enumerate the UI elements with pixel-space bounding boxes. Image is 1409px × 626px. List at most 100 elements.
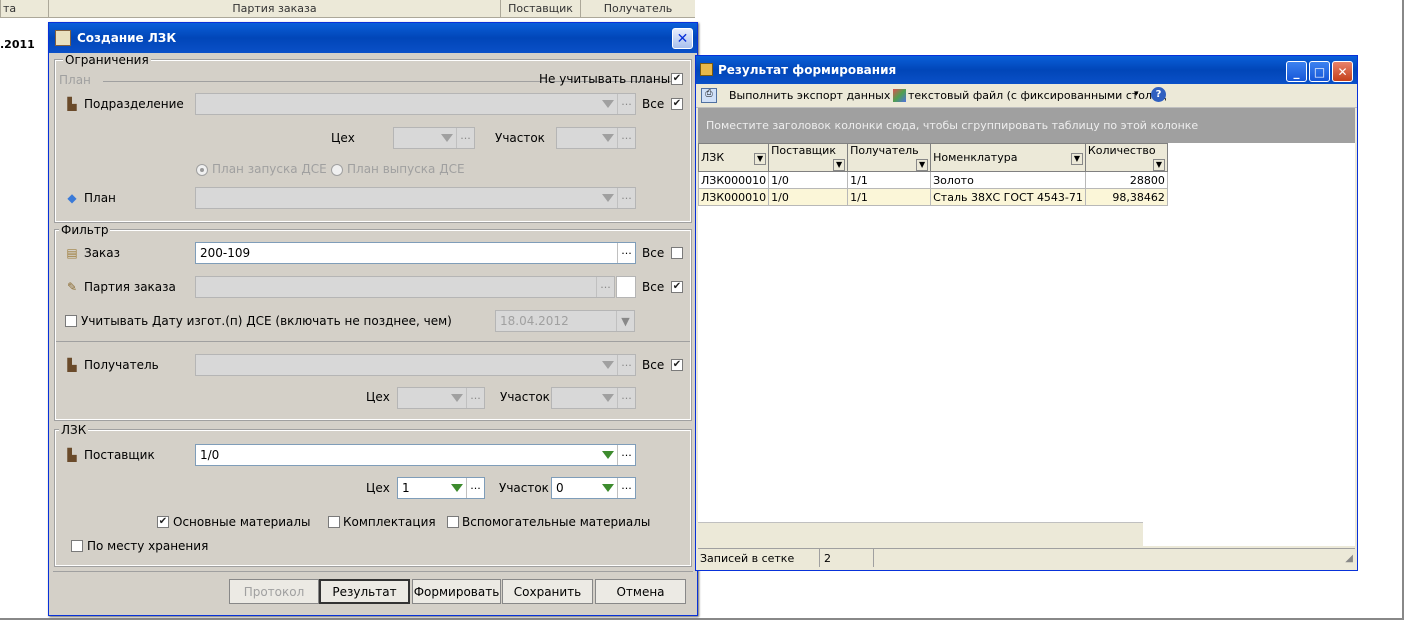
subdivision-field[interactable]: ··· [195, 93, 636, 115]
cell[interactable]: 1/1 [847, 188, 932, 206]
funnel-icon[interactable] [599, 94, 617, 114]
col-header[interactable]: Получатель ▼ [847, 143, 932, 172]
save-button[interactable]: Сохранить [502, 579, 593, 604]
cell[interactable]: ЛЗК000010 [697, 171, 770, 189]
grid-footer [698, 522, 1143, 546]
storage-checkbox[interactable] [71, 540, 83, 552]
workshop-field[interactable]: ··· [393, 127, 475, 149]
form-button[interactable]: Формировать [412, 579, 501, 604]
receiver-section-field[interactable]: ··· [551, 387, 636, 409]
col-header[interactable]: Количество ▼ [1084, 143, 1168, 172]
batch-all-checkbox[interactable]: ✔ [671, 281, 683, 293]
funnel-icon[interactable] [438, 128, 456, 148]
ignore-plans-checkbox[interactable]: ✔ [671, 73, 683, 85]
chevron-down-icon[interactable]: ▾ [1134, 89, 1139, 99]
main-materials-label: Основные материалы [173, 515, 311, 529]
group-by-area[interactable]: Поместите заголовок колонки сюда, чтобы … [698, 108, 1355, 143]
create-lzk-dialog: Создание ЛЗК ✕ Ограничения План Не учиты… [48, 22, 698, 616]
file-icon [893, 89, 906, 102]
plan-label: План [84, 191, 116, 205]
table-row[interactable]: ЛЗК000010 1/0 1/1 Сталь 38ХС ГОСТ 4543-7… [697, 188, 1168, 206]
aux-materials-checkbox[interactable] [447, 516, 459, 528]
date-field[interactable]: 18.04.2012 ▼ [495, 310, 635, 332]
plan-field[interactable]: ··· [195, 187, 636, 209]
col-header[interactable]: ЛЗК ▼ [697, 143, 770, 172]
cell[interactable]: Сталь 38ХС ГОСТ 4543-71 [930, 188, 1086, 206]
ellipsis-button[interactable]: ··· [617, 388, 635, 408]
plan-icon: ◆ [67, 191, 77, 205]
receiver-all-checkbox[interactable]: ✔ [671, 359, 683, 371]
minimize-button[interactable]: _ [1286, 61, 1307, 82]
dialog-icon [55, 30, 71, 46]
printer-icon[interactable]: ⎙ [701, 88, 717, 103]
supplier-field[interactable]: 1/0 ··· [195, 444, 636, 466]
batch-extra-button[interactable] [616, 276, 636, 298]
funnel-icon[interactable] [599, 188, 617, 208]
cell[interactable]: 1/0 [768, 188, 849, 206]
table-row[interactable]: ЛЗК000010 1/0 1/1 Золото 28800 [697, 171, 1168, 189]
export-target[interactable]: текстовый файл (с фиксированными столбц [908, 89, 1166, 102]
col-header[interactable]: Поставщик ▼ [768, 143, 849, 172]
buttons-divider [53, 571, 693, 572]
complect-label: Комплектация [343, 515, 436, 529]
supplier-section-label: Участок [499, 481, 549, 495]
funnel-icon[interactable] [599, 388, 617, 408]
supplier-section-field[interactable]: 0 ··· [551, 477, 636, 499]
bg-col-supplier[interactable]: Поставщик [500, 0, 580, 18]
ellipsis-button[interactable]: ··· [617, 478, 635, 498]
subdivision-all-checkbox[interactable]: ✔ [671, 98, 683, 110]
complect-checkbox[interactable] [328, 516, 340, 528]
cell[interactable]: Золото [930, 171, 1086, 189]
dialog-close-button[interactable]: ✕ [672, 28, 693, 49]
cancel-button[interactable]: Отмена [595, 579, 686, 604]
ellipsis-button[interactable]: ··· [596, 277, 614, 297]
funnel-icon[interactable] [599, 445, 617, 465]
chevron-down-icon[interactable]: ▼ [616, 311, 634, 331]
maximize-button[interactable]: □ [1309, 61, 1330, 82]
funnel-icon[interactable] [448, 478, 466, 498]
ellipsis-button[interactable]: ··· [466, 388, 484, 408]
result-button[interactable]: Результат [319, 579, 410, 604]
funnel-icon[interactable] [599, 128, 617, 148]
ellipsis-button[interactable]: ··· [456, 128, 474, 148]
order-batch-field[interactable]: ··· [195, 276, 615, 298]
ellipsis-button[interactable]: ··· [617, 128, 635, 148]
plan-launch-radio[interactable] [196, 164, 208, 176]
bg-col-party[interactable]: Партия заказа [48, 0, 500, 18]
restrictions-label: Ограничения [63, 53, 151, 67]
protocol-button[interactable]: Протокол [229, 579, 319, 604]
main-materials-checkbox[interactable]: ✔ [157, 516, 169, 528]
order-field[interactable]: 200-109 ··· [195, 242, 636, 264]
cell[interactable]: 98,38462 [1084, 188, 1168, 206]
resize-grip-icon[interactable]: ◢ [1345, 553, 1353, 564]
cell[interactable]: 28800 [1084, 171, 1168, 189]
date-check-checkbox[interactable] [65, 315, 77, 327]
bg-col-receiver[interactable]: Получатель [580, 0, 695, 18]
help-icon[interactable]: ? [1151, 87, 1166, 102]
grid-header: ЛЗК ▼ Поставщик ▼ Получатель ▼ Номенклатура… [697, 143, 1168, 172]
close-button[interactable]: ✕ [1332, 61, 1353, 82]
subdivision-label: Подразделение [84, 97, 184, 111]
filter-label: Фильтр [59, 223, 111, 237]
ellipsis-button[interactable]: ··· [617, 188, 635, 208]
cell[interactable]: ЛЗК000010 [697, 188, 770, 206]
plan-release-radio[interactable] [331, 164, 343, 176]
bg-date-cell: .2011 [0, 38, 35, 51]
receiver-field[interactable]: ··· [195, 354, 636, 376]
col-header[interactable]: Номенклатура ▼ [930, 143, 1086, 172]
receiver-workshop-field[interactable]: ··· [397, 387, 485, 409]
ellipsis-button[interactable]: ··· [466, 478, 484, 498]
section-field[interactable]: ··· [556, 127, 636, 149]
ellipsis-button[interactable]: ··· [617, 243, 635, 263]
supplier-workshop-field[interactable]: 1 ··· [397, 477, 485, 499]
ellipsis-button[interactable]: ··· [617, 94, 635, 114]
ellipsis-button[interactable]: ··· [617, 445, 635, 465]
order-all-checkbox[interactable] [671, 247, 683, 259]
funnel-icon[interactable] [448, 388, 466, 408]
ellipsis-button[interactable]: ··· [617, 355, 635, 375]
cell[interactable]: 1/1 [847, 171, 932, 189]
funnel-icon[interactable] [599, 355, 617, 375]
cell[interactable]: 1/0 [768, 171, 849, 189]
funnel-icon[interactable] [599, 478, 617, 498]
batch-icon: ✎ [66, 280, 78, 294]
